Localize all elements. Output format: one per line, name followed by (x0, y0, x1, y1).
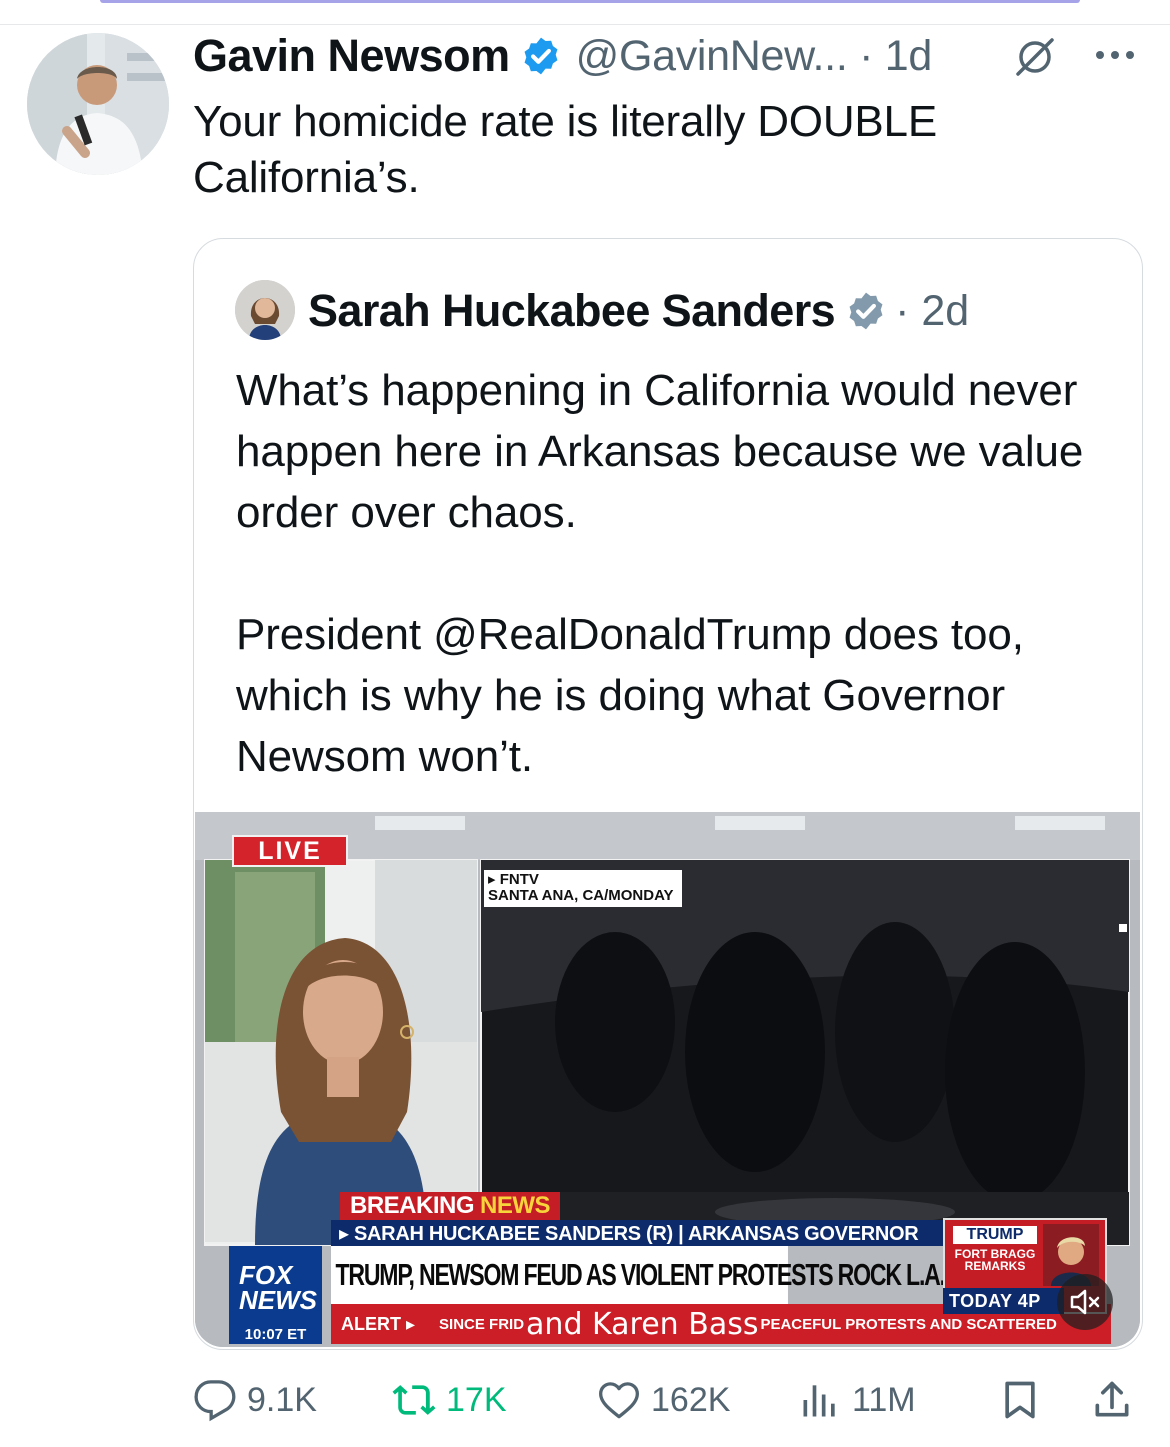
quoted-paragraph-2: President @RealDonaldTrump does too, whi… (236, 610, 1024, 781)
like-button[interactable]: 162K (597, 1370, 730, 1430)
breaking-news-banner: BREAKING NEWS (340, 1192, 561, 1220)
reply-icon (194, 1380, 236, 1422)
video-player[interactable]: LIVE ▸ FNTV SANTA ANA, CA/MONDAY BREAKIN… (195, 812, 1140, 1347)
analytics-icon (803, 1385, 835, 1417)
segment-subtitle: FORT BRAGG REMARKS (954, 1247, 1036, 1273)
quoted-tweet-text: What’s happening in California would nev… (236, 360, 1116, 787)
top-accent-line (100, 0, 1080, 3)
breaking-label: BREAKING (350, 1192, 475, 1219)
broadcast-time: 10:07 ET (229, 1324, 322, 1344)
quoted-author-name: Sarah Huckabee Sanders (308, 285, 836, 336)
video-caption: and Karen Bass (526, 1306, 759, 1342)
verified-badge-icon (849, 292, 883, 330)
tweet-text: Your homicide rate is literally DOUBLE C… (193, 97, 937, 202)
footage-location: SANTA ANA, CA/MONDAY (488, 887, 674, 904)
quoted-author-avatar (235, 280, 295, 340)
grok-icon[interactable] (1012, 34, 1058, 80)
live-badge: LIVE (232, 835, 348, 867)
fox-news-logo: FOX NEWS (229, 1246, 322, 1330)
tweet-header: Gavin Newsom @GavinNew... · 1d (193, 28, 932, 84)
reply-button[interactable]: 9.1K (193, 1370, 317, 1430)
more-options-icon[interactable] (1092, 40, 1138, 70)
top-divider (0, 24, 1170, 25)
chyron-headline: TRUMP, NEWSOM FEUD AS VIOLENT PROTESTS R… (331, 1246, 946, 1304)
author-name[interactable]: Gavin Newsom (193, 30, 510, 82)
mute-button[interactable] (1057, 1274, 1113, 1330)
bookmark-button[interactable] (998, 1370, 1042, 1430)
ticker-alert: ALERT ▸ (341, 1313, 416, 1334)
reply-count: 9.1K (247, 1380, 317, 1419)
logo-line-2: NEWS (239, 1285, 317, 1315)
like-count: 162K (651, 1380, 731, 1419)
repost-button[interactable]: 17K (392, 1370, 507, 1430)
tweet-action-bar: 9.1K 17K 162K 11M (0, 1370, 1170, 1430)
muted-speaker-icon (1070, 1289, 1100, 1315)
share-icon (1095, 1381, 1129, 1417)
view-count: 11M (852, 1380, 916, 1419)
quoted-paragraph-1: What’s happening in California would nev… (236, 366, 1084, 537)
verified-badge-icon (524, 37, 558, 75)
segment-time: TODAY 4P (943, 1288, 1064, 1314)
handle-and-time[interactable]: @GavinNew... · 1d (576, 32, 933, 81)
ticker-text-right: PEACEFUL PROTESTS AND SCATTERED (760, 1315, 1057, 1333)
segment-title: TRUMP (953, 1226, 1037, 1244)
views-button[interactable]: 11M (798, 1370, 916, 1430)
ticker-text-left: SINCE FRID (439, 1315, 525, 1333)
repost-icon (392, 1385, 436, 1415)
author-avatar[interactable] (27, 33, 169, 175)
footage-source: ▸ FNTV (488, 871, 539, 888)
heart-icon (599, 1382, 639, 1419)
bookmark-icon (1005, 1381, 1035, 1419)
repost-count: 17K (446, 1380, 507, 1419)
guest-name-bar: ▸ SARAH HUCKABEE SANDERS (R) | ARKANSAS … (331, 1220, 947, 1246)
share-button[interactable] (1090, 1370, 1134, 1430)
quoted-tweet-header: Sarah Huckabee Sanders · 2d (308, 283, 969, 339)
breaking-news-label: NEWS (480, 1192, 551, 1219)
footage-source-label: ▸ FNTV SANTA ANA, CA/MONDAY (484, 870, 682, 907)
quoted-time: · 2d (895, 286, 970, 335)
